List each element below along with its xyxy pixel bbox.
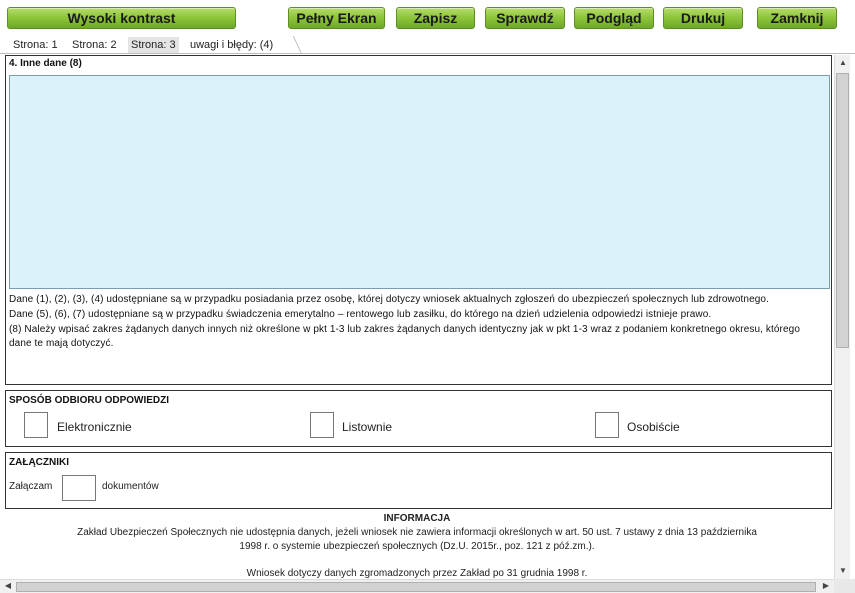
save-button[interactable]: Zapisz [396,7,475,29]
attachments-title: ZAŁĄCZNIKI [9,457,69,468]
vertical-scroll-thumb[interactable] [836,73,849,348]
info-title: INFORMACJA [383,513,451,524]
mail-checkbox[interactable] [310,412,334,438]
note-2: Dane (5), (6), (7) udostępniane są w prz… [9,309,712,320]
page-tabs: Strona: 1 Strona: 2 Strona: 3 uwagi i bł… [0,36,855,54]
preview-button[interactable]: Podgląd [574,7,654,29]
toolbar: Wysoki kontrast Pełny Ekran Zapisz Spraw… [0,0,855,36]
mail-label: Listownie [342,420,393,434]
tab-page-2[interactable]: Strona: 2 [69,37,120,53]
scroll-down-icon[interactable]: ▼ [835,563,851,579]
personal-checkbox[interactable] [595,412,619,438]
check-button[interactable]: Sprawdź [485,7,565,29]
other-data-textarea[interactable] [9,75,830,289]
vertical-scrollbar[interactable]: ▲ ▼ [834,55,850,579]
horizontal-scrollbar[interactable]: ◀ ▶ [0,579,834,593]
tab-page-3[interactable]: Strona: 3 [128,37,179,53]
info-line-2: 1998 r. o systemie ubezpieczeń społeczny… [239,541,595,552]
note-3: (8) Należy wpisać zakres żądanych danych… [9,324,800,349]
response-method-section: SPOSÓB ODBIORU ODPOWIEDZI Elektronicznie… [5,390,832,447]
attachments-suffix: dokumentów [102,481,159,492]
other-data-section: 4. Inne dane (8) Dane (1), (2), (3), (4)… [5,55,832,385]
print-button[interactable]: Drukuj [663,7,743,29]
horizontal-scroll-thumb[interactable] [16,582,816,592]
scroll-right-icon[interactable]: ▶ [818,579,834,593]
info-line-3: Wniosek dotyczy danych zgromadzonych prz… [246,568,588,579]
other-data-title: 4. Inne dane (8) [9,58,82,69]
note-1: Dane (1), (2), (3), (4) udostępniane są … [9,294,769,305]
close-button[interactable]: Zamknij [757,7,837,29]
full-screen-button[interactable]: Pełny Ekran [288,7,385,29]
info-line-1: Zakład Ubezpieczeń Społecznych nie udost… [77,527,757,538]
attachments-section: ZAŁĄCZNIKI Załączam dokumentów [5,452,832,509]
other-data-notes: Dane (1), (2), (3), (4) udostępniane są … [9,293,809,351]
scroll-up-icon[interactable]: ▲ [835,55,851,71]
electronic-label: Elektronicznie [57,420,132,434]
scroll-left-icon[interactable]: ◀ [0,579,16,593]
tab-page-1[interactable]: Strona: 1 [10,37,61,53]
personal-label: Osobiście [627,420,680,434]
high-contrast-button[interactable]: Wysoki kontrast [7,7,236,29]
form-content: 4. Inne dane (8) Dane (1), (2), (3), (4)… [0,55,834,579]
attachments-prefix: Załączam [9,481,53,492]
electronic-checkbox[interactable] [24,412,48,438]
scrollbar-corner [834,579,855,593]
tab-errors[interactable]: uwagi i błędy: (4) [187,37,276,53]
response-method-title: SPOSÓB ODBIORU ODPOWIEDZI [9,395,170,406]
tab-strip-edge [275,36,303,54]
attachments-count-input[interactable] [62,475,96,501]
